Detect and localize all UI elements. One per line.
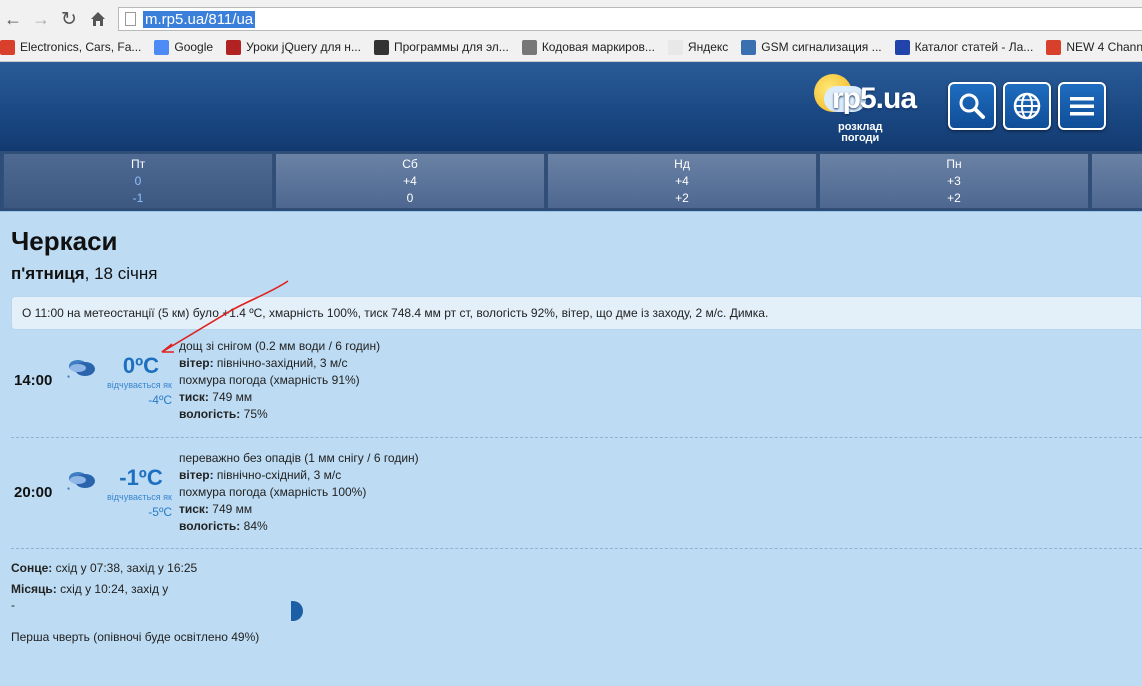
menu-button[interactable] <box>1058 82 1106 130</box>
search-button[interactable] <box>948 82 996 130</box>
language-button[interactable] <box>1003 82 1051 130</box>
helmet-icon <box>521 39 537 55</box>
feels-like-temp: -5ºC <box>148 505 172 519</box>
date-line: п'ятниця, 18 січня <box>11 264 158 283</box>
bookmarks-bar: Electronics, Cars, Fa... Google Уроки jQue… <box>0 36 1142 58</box>
snow-cloud-icon: * <box>67 472 95 494</box>
feels-like-label: відчувається як <box>107 492 172 502</box>
bag-icon <box>0 39 15 55</box>
observation-box: О 11:00 на метеостанції (5 км) було +1.4… <box>11 296 1142 330</box>
divider <box>11 548 1142 549</box>
bookmark-item[interactable]: NEW 4 Channe <box>1046 39 1142 55</box>
bookmark-item[interactable]: Google <box>154 39 214 55</box>
day-tabs: Пт 0 -1 Сб +4 0 Нд +4 +2 Пн +3 +2 <box>0 151 1142 211</box>
bookmark-label: Уроки jQuery для н... <box>246 40 361 54</box>
forward-icon[interactable]: → <box>30 6 52 32</box>
forecast-temp: -1ºC <box>119 465 163 490</box>
moon-set-dash: - <box>11 598 15 612</box>
google-icon <box>154 39 170 55</box>
forecast-details: дощ зі снігом (0.2 мм води / 6 годин) ві… <box>179 339 381 421</box>
moon-phase-icon <box>291 601 303 621</box>
bookmark-label: Google <box>174 40 214 54</box>
day-tab-4[interactable] <box>1091 153 1142 209</box>
bookmark-label: Electronics, Cars, Fa... <box>20 40 142 54</box>
bookmark-label: GSM сигнализация ... <box>761 40 882 54</box>
day-tab-1[interactable]: Сб +4 0 <box>275 153 545 209</box>
rain-snow-icon: * <box>67 360 95 382</box>
bookmark-item[interactable]: Программы для эл... <box>373 39 509 55</box>
forecast-time: 20:00 <box>14 484 53 501</box>
bookmark-label: Яндекс <box>687 40 729 54</box>
forecast-temp: 0ºC <box>122 353 160 378</box>
forecast-details: переважно без опадів (1 мм снігу / 6 год… <box>179 451 419 533</box>
moon-phase-text: Перша чверть (опівночі буде освітлено 49… <box>11 630 260 644</box>
yandex-icon <box>667 39 683 55</box>
bookmark-item[interactable]: Кодовая маркиров... <box>521 39 655 55</box>
a-icon <box>894 39 910 55</box>
bookmark-item[interactable]: Каталог статей - Ла... <box>894 39 1034 55</box>
car-icon <box>741 39 757 55</box>
el-icon <box>373 39 389 55</box>
logo-text: rp5.ua <box>832 82 917 115</box>
home-icon[interactable] <box>87 6 109 32</box>
url-text[interactable]: m.rp5.ua/811/ua <box>143 11 256 28</box>
svg-text:*: * <box>67 486 70 494</box>
browser-chrome: ← → ↻ m.rp5.ua/811/ua Electronics, Cars,… <box>0 0 1142 62</box>
feels-like-label: відчувається як <box>107 380 172 390</box>
bookmark-item[interactable]: Яндекс <box>667 39 729 55</box>
site-header: rp5.ua розклад погоди <box>0 62 1142 151</box>
sun-info: Сонце: схід у 07:38, захід у 16:25 <box>11 561 198 575</box>
bookmark-label: NEW 4 Channe <box>1066 40 1142 54</box>
address-bar[interactable]: m.rp5.ua/811/ua <box>118 7 1142 31</box>
bookmark-label: Каталог статей - Ла... <box>914 40 1034 54</box>
feels-like-temp: -4ºC <box>148 393 172 407</box>
logo-subtitle: розклад погоди <box>838 121 883 144</box>
bookmark-label: Программы для эл... <box>393 40 509 54</box>
site-logo[interactable]: rp5.ua розклад погоди <box>808 70 938 146</box>
day-tab-3[interactable]: Пн +3 +2 <box>819 153 1089 209</box>
search-icon <box>959 93 985 119</box>
bookmark-item[interactable]: Electronics, Cars, Fa... <box>0 39 142 55</box>
bag-icon <box>1046 39 1062 55</box>
r-icon <box>226 39 242 55</box>
forecast-time: 14:00 <box>14 372 53 389</box>
bookmark-item[interactable]: GSM сигнализация ... <box>741 39 882 55</box>
svg-text:*: * <box>67 374 70 382</box>
page-icon <box>125 12 136 26</box>
divider <box>11 437 1142 438</box>
moon-info: Місяць: схід у 10:24, захід у <box>11 582 169 596</box>
bookmark-label: Кодовая маркиров... <box>541 40 655 54</box>
globe-icon <box>1013 92 1041 120</box>
city-title: Черкаси <box>11 226 118 256</box>
menu-icon <box>1070 97 1094 116</box>
day-tab-2[interactable]: Нд +4 +2 <box>547 153 817 209</box>
bookmark-item[interactable]: Уроки jQuery для н... <box>226 39 361 55</box>
forecast-content: Черкаси п'ятниця, 18 січня О 11:00 на ме… <box>0 211 1142 686</box>
day-tab-0[interactable]: Пт 0 -1 <box>3 153 273 209</box>
reload-icon[interactable]: ↻ <box>58 6 80 32</box>
back-icon[interactable]: ← <box>2 6 24 32</box>
